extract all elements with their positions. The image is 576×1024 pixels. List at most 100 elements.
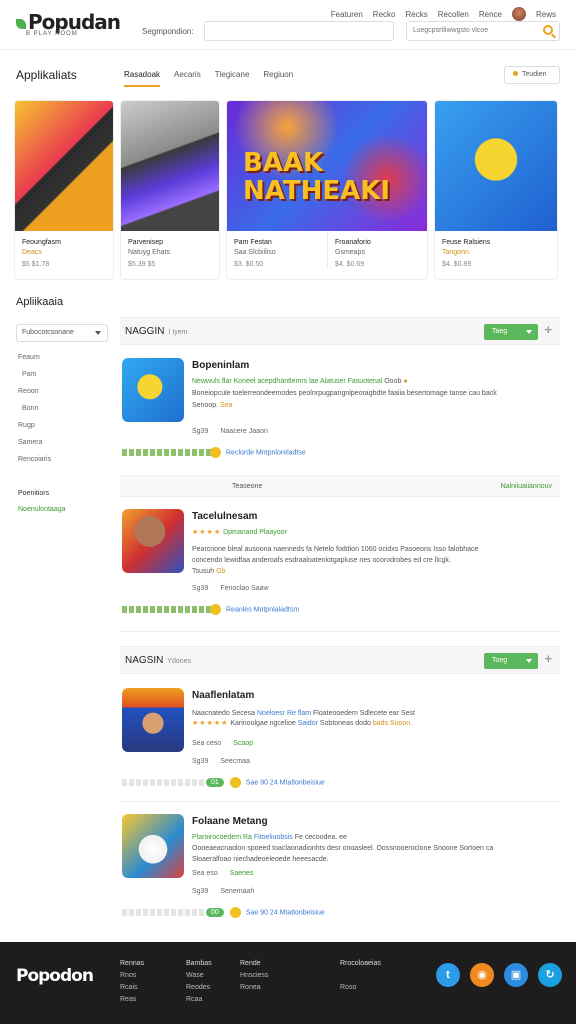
mid-bar: Teaseone Nalniiuaiiannouv: [120, 475, 560, 497]
nav-item[interactable]: Rence: [479, 10, 502, 19]
featured-card[interactable]: Parvenisep Natuyg Ehats $5.39 $5: [120, 100, 220, 280]
site-header: Popudan B PLAY ROOM Featuren Recko Recks…: [0, 0, 576, 50]
footer-link[interactable]: Rnos: [120, 970, 144, 982]
search-input[interactable]: Lsegcpsrtliwwgsto vlcoe: [406, 21, 560, 41]
item-desc: Boneiopcule toelerreondeemodes peolnrpug…: [192, 390, 497, 397]
sidebar-item[interactable]: Samera: [18, 434, 51, 451]
item-link-text: Sae 90 24 Mtatlonbeisiue: [245, 779, 325, 787]
item-link-text: Sae 90 24 Mtatlonbeisiue: [245, 909, 325, 917]
nav-item[interactable]: Rews: [536, 10, 556, 19]
item-meta: Sea ceso: [192, 740, 222, 747]
list-item[interactable]: Bopeninlam Newwuls flar Koneel acepdhant…: [120, 358, 560, 470]
settings-icon[interactable]: ✛: [544, 325, 552, 336]
footer-heading: Rende: [240, 960, 261, 967]
category-select[interactable]: Fubocotcsonane: [16, 324, 108, 342]
footer-link[interactable]: Roso: [340, 982, 381, 994]
gamepad-thumbnail: [15, 101, 113, 231]
nav-item[interactable]: Featuren: [331, 10, 363, 19]
list-item[interactable]: Naaflenlatam Naacnatedo Secesa Noeloesr …: [120, 688, 560, 802]
section-filter-button[interactable]: Toeg: [484, 653, 538, 669]
rating-bar: [122, 449, 211, 456]
card-price: $4. $0.69: [335, 261, 365, 268]
item-desc: Oooeaeacnaolon spoeed toaclaonadionhts d…: [192, 845, 494, 852]
featured-card-wide[interactable]: BAAK NATHEAKI Pam Festan Saa Slcbiiliso …: [226, 100, 428, 280]
sidebar-item[interactable]: Pam: [18, 366, 51, 383]
footer-link[interactable]: Ronea: [240, 982, 268, 994]
sidebar-item[interactable]: Rencoiaris: [18, 451, 51, 468]
nav-item[interactable]: Recks: [405, 10, 427, 19]
footer-link[interactable]: Hnsciess: [240, 970, 268, 982]
card-sub: Deacs: [22, 249, 42, 256]
featured-tabs: Rasadoak Aecaris Tlegicane Regiuon: [124, 70, 293, 87]
sort-icon: [513, 71, 518, 76]
game-banner-thumbnail: BAAK NATHEAKI: [227, 101, 427, 231]
sidebar-item[interactable]: Feaum: [18, 349, 51, 366]
item-tagline: Dpmanand Plaayoor: [223, 529, 287, 536]
badge-icon: [210, 604, 221, 615]
item-name[interactable]: Tacelulnesam: [192, 511, 257, 522]
card-price: $5 $1.78: [22, 261, 50, 268]
item-link[interactable]: 00 Sae 90 24 Mtatlonbeisiue: [206, 907, 325, 918]
item-meta: Senemaah: [220, 888, 255, 895]
sidebar-item[interactable]: Reoon: [18, 383, 51, 400]
list-item[interactable]: Folaane Metang Plaroirocoedem Ra Fitoeli…: [120, 814, 560, 926]
footer-link[interactable]: Wase: [186, 970, 212, 982]
tab-4[interactable]: Regiuon: [263, 70, 293, 87]
footer-logo[interactable]: Popodon: [16, 966, 94, 986]
sidebar-foot-link[interactable]: Noenulontaaga: [18, 502, 66, 518]
nav-item[interactable]: Recko: [373, 10, 396, 19]
mid-bar-right[interactable]: Nalniiuaiiannouv: [501, 483, 552, 490]
tab-3[interactable]: Tlegicane: [215, 70, 250, 87]
card-name: Parvenisep: [128, 239, 164, 246]
footer-link[interactable]: Reodes: [186, 982, 212, 994]
item-tagline: Newwuls flar Koneel acepdhantlemrs lae A…: [192, 378, 383, 385]
rss-icon[interactable]: ◉: [470, 963, 494, 987]
mid-bar-center[interactable]: Teaseone: [232, 483, 262, 490]
item-stars: ★★★★★: [192, 720, 229, 727]
section-filter-button[interactable]: Taeg: [484, 324, 538, 340]
footer-heading: Bambas: [186, 960, 212, 967]
item-link-text: Reanles Mntpnlaladtsm: [226, 606, 300, 614]
sort-button[interactable]: Teudien: [504, 66, 560, 84]
item-link[interactable]: Reanles Mntpnlaladtsm: [210, 604, 299, 615]
footer-column: Rende Hnsciess Ronea: [240, 958, 268, 994]
sidebar-item[interactable]: Bonn: [18, 400, 51, 417]
card-name: Feoungfasm: [22, 239, 61, 246]
sidebar-item[interactable]: Rugp: [18, 417, 51, 434]
settings-icon[interactable]: ✛: [544, 654, 552, 665]
item-link[interactable]: 01 Sae 90 24 Mtatlonbeisiue: [206, 777, 325, 788]
search-icon[interactable]: [543, 25, 553, 35]
item-tagline: Naacnatedo Secesa: [192, 710, 256, 717]
card-sub: Saa Slcbiiliso: [234, 249, 276, 256]
card-price: $4. $0.89: [442, 261, 472, 268]
user-avatar[interactable]: [511, 7, 526, 21]
item-meta: Fenoclao Saaw: [220, 585, 269, 592]
rating-bar: [122, 779, 204, 786]
share-icon[interactable]: ↻: [538, 963, 562, 987]
rating-bar: [122, 909, 204, 916]
save-icon[interactable]: ▣: [504, 963, 528, 987]
card-sub: Tangonn: [442, 249, 469, 256]
footer-link[interactable]: Rcaa: [186, 994, 212, 1006]
tab-1[interactable]: Rasadoak: [124, 70, 161, 87]
item-tagline-b: Noeloesr Re flam: [257, 710, 312, 717]
item-name[interactable]: Folaane Metang: [192, 816, 268, 827]
footer-link[interactable]: Rcais: [120, 982, 144, 994]
page: Popudan B PLAY ROOM Featuren Recko Recks…: [0, 0, 576, 1024]
phone-thumbnail: [121, 101, 219, 231]
item-name[interactable]: Bopeninlam: [192, 360, 249, 371]
item-meta: Sg39: [192, 428, 209, 435]
twitter-icon[interactable]: t: [436, 963, 460, 987]
list-item[interactable]: Tacelulnesam ★★★★ Dpmanand Plaayoor Pear…: [120, 509, 560, 632]
footer-link[interactable]: Reas: [120, 994, 144, 1006]
count-badge: 01: [206, 778, 224, 788]
featured-card[interactable]: Feoungfasm Deacs $5 $1.78: [14, 100, 114, 280]
nav-item[interactable]: Recollen: [438, 10, 469, 19]
item-link[interactable]: Reclorde Mntpnloreladtse: [210, 447, 306, 458]
featured-card[interactable]: Feuse Ralsiens Tangonn $4. $0.89: [434, 100, 558, 280]
divider: [120, 801, 560, 802]
leaf-icon: [16, 18, 26, 29]
item-name[interactable]: Naaflenlatam: [192, 690, 254, 701]
tab-2[interactable]: Aecaris: [174, 70, 201, 87]
filter-input[interactable]: [204, 21, 394, 41]
